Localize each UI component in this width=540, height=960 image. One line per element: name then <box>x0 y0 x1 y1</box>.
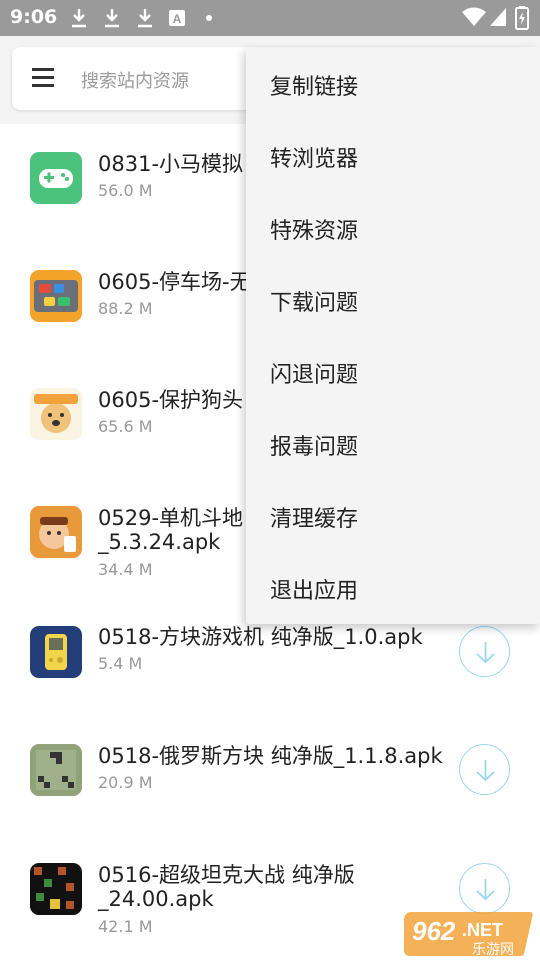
item-size: 20.9 M <box>98 773 153 792</box>
item-title: 0605-停车场-无 <box>98 270 251 294</box>
item-title: 0516-超级坦克大战 纯净版 <box>98 863 355 887</box>
item-title: 0518-方块游戏机 纯净版_1.0.apk <box>98 625 423 649</box>
hamburger-menu-icon[interactable] <box>32 68 54 88</box>
arrow-down-icon <box>476 642 495 664</box>
item-title-line2: _5.3.24.apk <box>98 530 221 554</box>
menu-item-open-browser[interactable]: 转浏览器 <box>246 119 540 191</box>
menu-item-label: 报毒问题 <box>270 435 359 460</box>
download-icon <box>105 9 119 28</box>
menu-item-label: 清理缓存 <box>270 507 359 532</box>
menu-item-label: 特殊资源 <box>270 219 359 244</box>
menu-item-special-resources[interactable]: 特殊资源 <box>246 191 540 263</box>
menu-item-label: 退出应用 <box>270 579 359 604</box>
menu-item-clear-cache[interactable]: 清理缓存 <box>246 479 540 551</box>
battery-charging-icon <box>515 6 529 30</box>
item-size: 88.2 M <box>98 299 153 318</box>
menu-item-exit-app[interactable]: 退出应用 <box>246 551 540 623</box>
download-button[interactable] <box>459 744 510 795</box>
doge-game-icon <box>30 388 82 440</box>
item-title: 0605-保护狗头 <box>98 388 244 412</box>
menu-item-crash-issues[interactable]: 闪退问题 <box>246 335 540 407</box>
search-input[interactable]: 搜索站内资源 <box>81 67 189 93</box>
menu-item-label: 下载问题 <box>270 291 359 316</box>
menu-item-copy-link[interactable]: 复制链接 <box>246 47 540 119</box>
status-bar: 9:06 A <box>0 0 540 36</box>
brick-game-icon <box>30 626 82 678</box>
parking-game-icon <box>30 270 82 322</box>
signal-icon <box>490 8 506 26</box>
doudizhu-game-icon <box>30 506 82 558</box>
menu-item-label: 转浏览器 <box>270 147 359 172</box>
item-size: 65.6 M <box>98 417 153 436</box>
gamepad-icon <box>30 152 82 204</box>
item-title-line2: _24.00.apk <box>98 887 214 911</box>
arrow-down-icon <box>476 760 495 782</box>
item-title: 0529-单机斗地 <box>98 506 244 530</box>
watermark-number: 962 <box>412 916 456 946</box>
arrow-down-icon <box>476 879 495 901</box>
dot-icon <box>206 15 212 21</box>
tank-game-icon <box>30 863 82 915</box>
item-size: 42.1 M <box>98 917 153 936</box>
status-time: 9:06 <box>10 6 58 28</box>
watermark-text: 乐游网 <box>472 942 514 958</box>
menu-item-label: 闪退问题 <box>270 363 359 388</box>
overflow-menu: 复制链接 转浏览器 特殊资源 下载问题 闪退问题 报毒问题 清理缓存 退出应用 <box>246 47 540 624</box>
watermark-logo: 962 .NET 乐游网 <box>402 910 536 958</box>
item-size: 34.4 M <box>98 560 153 579</box>
list-item[interactable]: 0518-俄罗斯方块 纯净版_1.1.8.apk 20.9 M <box>0 720 540 838</box>
translate-icon: A <box>169 10 185 26</box>
tetris-icon <box>30 744 82 796</box>
watermark-suffix: .NET <box>462 920 503 940</box>
wifi-icon <box>462 7 486 26</box>
item-size: 5.4 M <box>98 654 143 673</box>
item-title: 0831-小马模拟 <box>98 152 244 176</box>
item-title: 0518-俄罗斯方块 纯净版_1.1.8.apk <box>98 744 443 768</box>
download-button[interactable] <box>459 863 510 914</box>
download-icon <box>72 9 86 28</box>
menu-item-virus-report-issues[interactable]: 报毒问题 <box>246 407 540 479</box>
menu-item-download-issues[interactable]: 下载问题 <box>246 263 540 335</box>
item-size: 56.0 M <box>98 181 153 200</box>
download-button[interactable] <box>459 626 510 677</box>
menu-item-label: 复制链接 <box>270 75 359 100</box>
download-icon <box>138 9 152 28</box>
svg-text:A: A <box>173 12 182 26</box>
